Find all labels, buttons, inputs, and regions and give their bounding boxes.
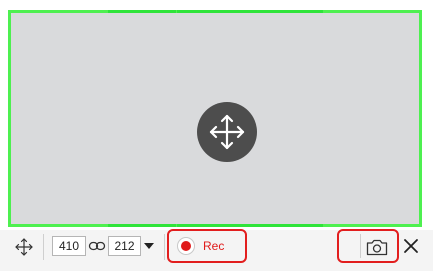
capture-region[interactable] — [8, 10, 422, 227]
resize-handle-bottom-center[interactable] — [177, 224, 257, 227]
move-tool-button[interactable] — [13, 236, 35, 258]
screenshot-button[interactable] — [337, 229, 399, 263]
camera-icon — [366, 239, 388, 256]
link-icon[interactable] — [88, 238, 106, 254]
move-region-handle[interactable] — [197, 102, 257, 162]
close-button[interactable] — [401, 236, 421, 256]
size-preset-dropdown[interactable] — [143, 239, 155, 251]
chevron-down-icon — [144, 243, 154, 249]
record-button[interactable]: Rec — [167, 229, 247, 263]
toolbar-divider — [43, 234, 44, 260]
toolbar-divider — [164, 234, 165, 260]
resize-handle-bottom[interactable] — [108, 224, 176, 227]
width-input[interactable]: 410 — [52, 236, 86, 256]
record-dot-icon — [177, 237, 195, 255]
height-input[interactable]: 212 — [108, 236, 141, 256]
resize-handle-top[interactable] — [108, 10, 176, 13]
resize-handle-top-center[interactable] — [177, 10, 257, 13]
resize-handle-top[interactable] — [257, 10, 323, 13]
close-icon — [404, 239, 418, 253]
toolbar-divider — [360, 234, 361, 258]
move-arrows-icon — [15, 238, 33, 256]
capture-toolbar: 410 212 Rec — [0, 229, 433, 271]
move-arrows-icon — [209, 114, 245, 150]
record-label: Rec — [203, 239, 225, 253]
resize-handle-bottom[interactable] — [257, 224, 323, 227]
